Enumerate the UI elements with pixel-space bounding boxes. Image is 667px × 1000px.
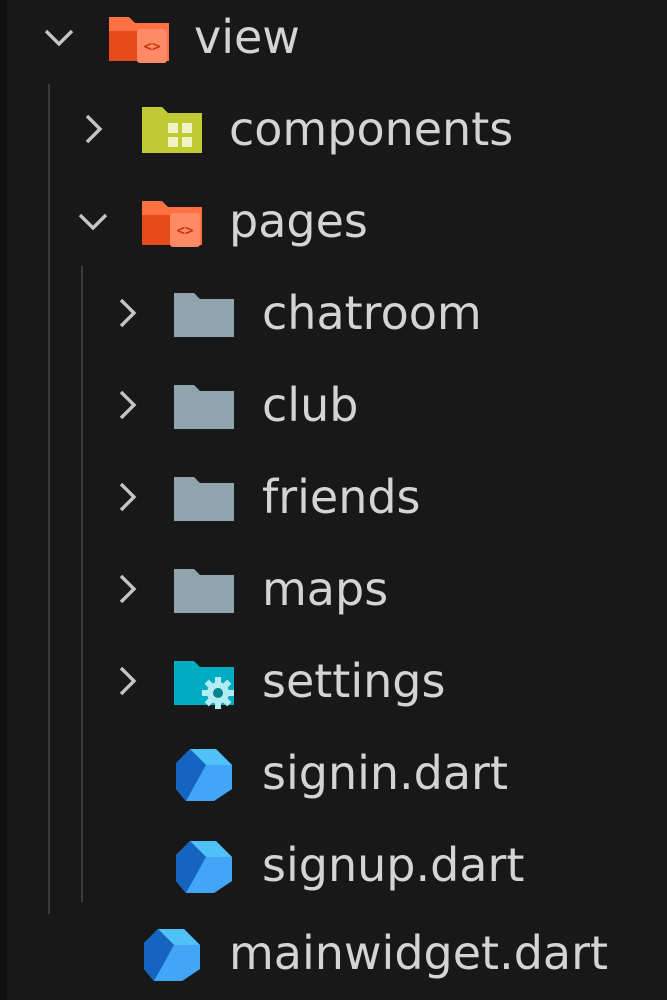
chevron-right-icon: [85, 114, 103, 144]
file-explorer-tree: <> view components <> pages chatroom clu…: [0, 0, 667, 1000]
folder-view-open-icon: <>: [142, 201, 202, 247]
folder-icon: [174, 569, 234, 613]
tree-item-components[interactable]: components: [0, 84, 667, 176]
chevron-right-icon: [119, 574, 137, 604]
tree-item-label: signup.dart: [262, 838, 525, 892]
chevron-right-icon: [119, 666, 137, 696]
tree-item-label: chatroom: [262, 286, 482, 340]
tree-item-pages[interactable]: <> pages: [0, 176, 667, 268]
svg-text:<>: <>: [144, 39, 161, 55]
tree-item-label: view: [194, 10, 300, 64]
folder-icon: [174, 293, 234, 337]
dart-file-icon: [144, 929, 200, 981]
svg-text:<>: <>: [177, 223, 194, 239]
chevron-right-icon: [119, 298, 137, 328]
chevron-down-icon: [78, 213, 108, 231]
tree-item-label: pages: [229, 194, 368, 248]
tree-item-signin-dart[interactable]: signin.dart: [0, 728, 667, 820]
tree-item-label: settings: [262, 654, 446, 708]
tree-item-settings[interactable]: settings: [0, 636, 667, 728]
tree-item-label: maps: [262, 562, 389, 616]
folder-icon: [174, 385, 234, 429]
tree-item-label: friends: [262, 470, 421, 524]
tree-item-label: mainwidget.dart: [229, 926, 609, 980]
tree-item-label: components: [229, 102, 514, 156]
chevron-right-icon: [119, 482, 137, 512]
tree-item-chatroom[interactable]: chatroom: [0, 268, 667, 360]
dart-file-icon: [176, 841, 232, 893]
tree-item-signup-dart[interactable]: signup.dart: [0, 820, 667, 912]
tree-item-friends[interactable]: friends: [0, 452, 667, 544]
chevron-down-icon: [44, 29, 74, 47]
folder-icon: [174, 477, 234, 521]
dart-file-icon: [176, 749, 232, 801]
folder-settings-icon: [174, 661, 234, 709]
tree-item-label: signin.dart: [262, 746, 508, 800]
folder-view-open-icon: <>: [109, 17, 169, 63]
chevron-right-icon: [119, 390, 137, 420]
tree-item-club[interactable]: club: [0, 360, 667, 452]
tree-item-maps[interactable]: maps: [0, 544, 667, 636]
tree-item-label: club: [262, 378, 359, 432]
tree-item-view[interactable]: <> view: [0, 0, 667, 84]
tree-item-mainwidget-dart[interactable]: mainwidget.dart: [0, 908, 667, 1000]
folder-components-icon: [142, 107, 202, 153]
